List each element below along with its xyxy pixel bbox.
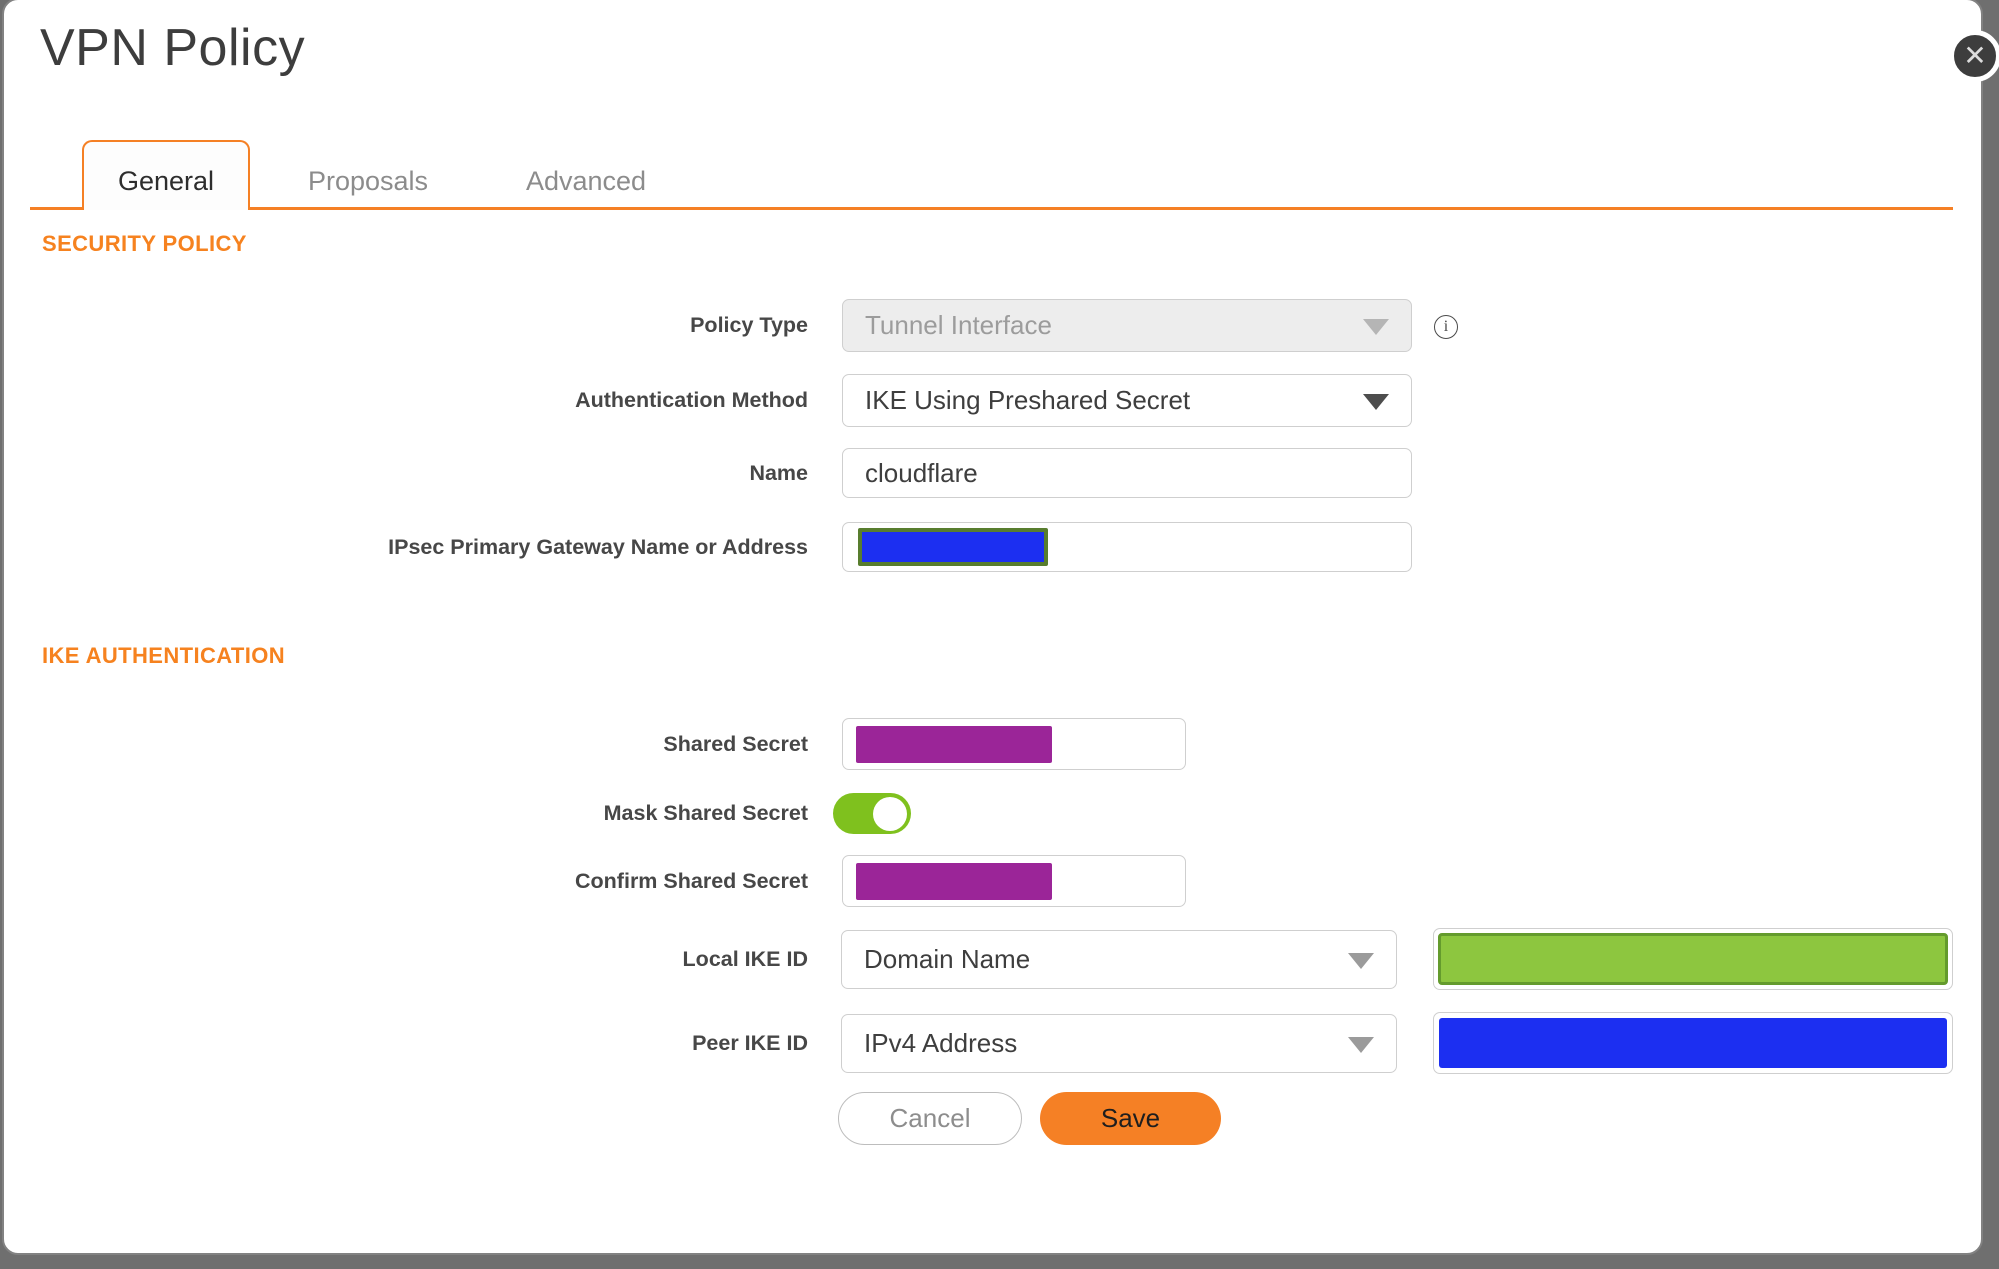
tab-proposals-label: Proposals bbox=[307, 166, 429, 196]
chevron-down-icon bbox=[1363, 318, 1389, 335]
tab-advanced[interactable]: Advanced bbox=[506, 140, 666, 210]
mask-shared-secret-toggle[interactable] bbox=[833, 793, 911, 834]
toggle-knob bbox=[873, 796, 907, 831]
gateway-redaction-block bbox=[858, 528, 1048, 566]
close-icon: ✕ bbox=[1963, 40, 1987, 71]
local-ike-id-label: Local IKE ID bbox=[682, 947, 808, 971]
name-label: Name bbox=[749, 461, 808, 485]
local-ike-id-select[interactable]: Domain Name bbox=[841, 930, 1397, 989]
auth-method-select[interactable]: IKE Using Preshared Secret bbox=[842, 374, 1412, 427]
save-button[interactable]: Save bbox=[1040, 1092, 1221, 1145]
policy-type-value: Tunnel Interface bbox=[865, 310, 1052, 340]
cancel-button[interactable]: Cancel bbox=[838, 1092, 1022, 1145]
tab-proposals[interactable]: Proposals bbox=[288, 140, 448, 210]
confirm-shared-secret-redaction-block bbox=[856, 863, 1052, 900]
auth-method-label: Authentication Method bbox=[575, 388, 808, 412]
shared-secret-input[interactable] bbox=[842, 718, 1186, 770]
policy-type-select: Tunnel Interface bbox=[842, 299, 1412, 352]
chevron-down-icon bbox=[1348, 952, 1374, 969]
section-heading-security-policy: SECURITY POLICY bbox=[42, 231, 247, 256]
peer-ike-id-value-input[interactable] bbox=[1433, 1012, 1953, 1074]
name-value: cloudflare bbox=[865, 457, 978, 488]
chevron-down-icon bbox=[1348, 1036, 1374, 1053]
chevron-down-icon bbox=[1363, 393, 1389, 410]
confirm-shared-secret-input[interactable] bbox=[842, 855, 1186, 907]
info-icon[interactable]: i bbox=[1434, 315, 1458, 339]
peer-ike-id-select[interactable]: IPv4 Address bbox=[841, 1014, 1397, 1073]
local-ike-id-value-input[interactable] bbox=[1433, 928, 1953, 990]
save-button-label: Save bbox=[1100, 1103, 1161, 1133]
gateway-label: IPsec Primary Gateway Name or Address bbox=[388, 535, 808, 559]
local-ike-id-value: Domain Name bbox=[864, 944, 1031, 974]
section-heading-ike-authentication: IKE AUTHENTICATION bbox=[42, 643, 286, 668]
shared-secret-label: Shared Secret bbox=[663, 732, 808, 756]
peer-ike-id-value: IPv4 Address bbox=[864, 1028, 1018, 1058]
tab-advanced-label: Advanced bbox=[525, 166, 647, 196]
gateway-input[interactable] bbox=[842, 522, 1412, 572]
name-input[interactable]: cloudflare bbox=[842, 448, 1412, 498]
shared-secret-redaction-block bbox=[856, 726, 1052, 763]
tab-general[interactable]: General bbox=[82, 140, 250, 210]
peer-ike-id-label: Peer IKE ID bbox=[692, 1031, 808, 1055]
peer-ike-id-redaction-block bbox=[1439, 1018, 1947, 1068]
close-button[interactable]: ✕ bbox=[1949, 30, 1999, 82]
auth-method-value: IKE Using Preshared Secret bbox=[865, 385, 1191, 415]
mask-shared-secret-label: Mask Shared Secret bbox=[603, 801, 808, 825]
confirm-shared-secret-label: Confirm Shared Secret bbox=[575, 869, 808, 893]
cancel-button-label: Cancel bbox=[889, 1103, 971, 1133]
policy-type-label: Policy Type bbox=[690, 313, 808, 337]
page-title: VPN Policy bbox=[40, 19, 306, 77]
local-ike-id-redaction-block bbox=[1438, 933, 1948, 985]
tab-general-label: General bbox=[117, 166, 215, 196]
